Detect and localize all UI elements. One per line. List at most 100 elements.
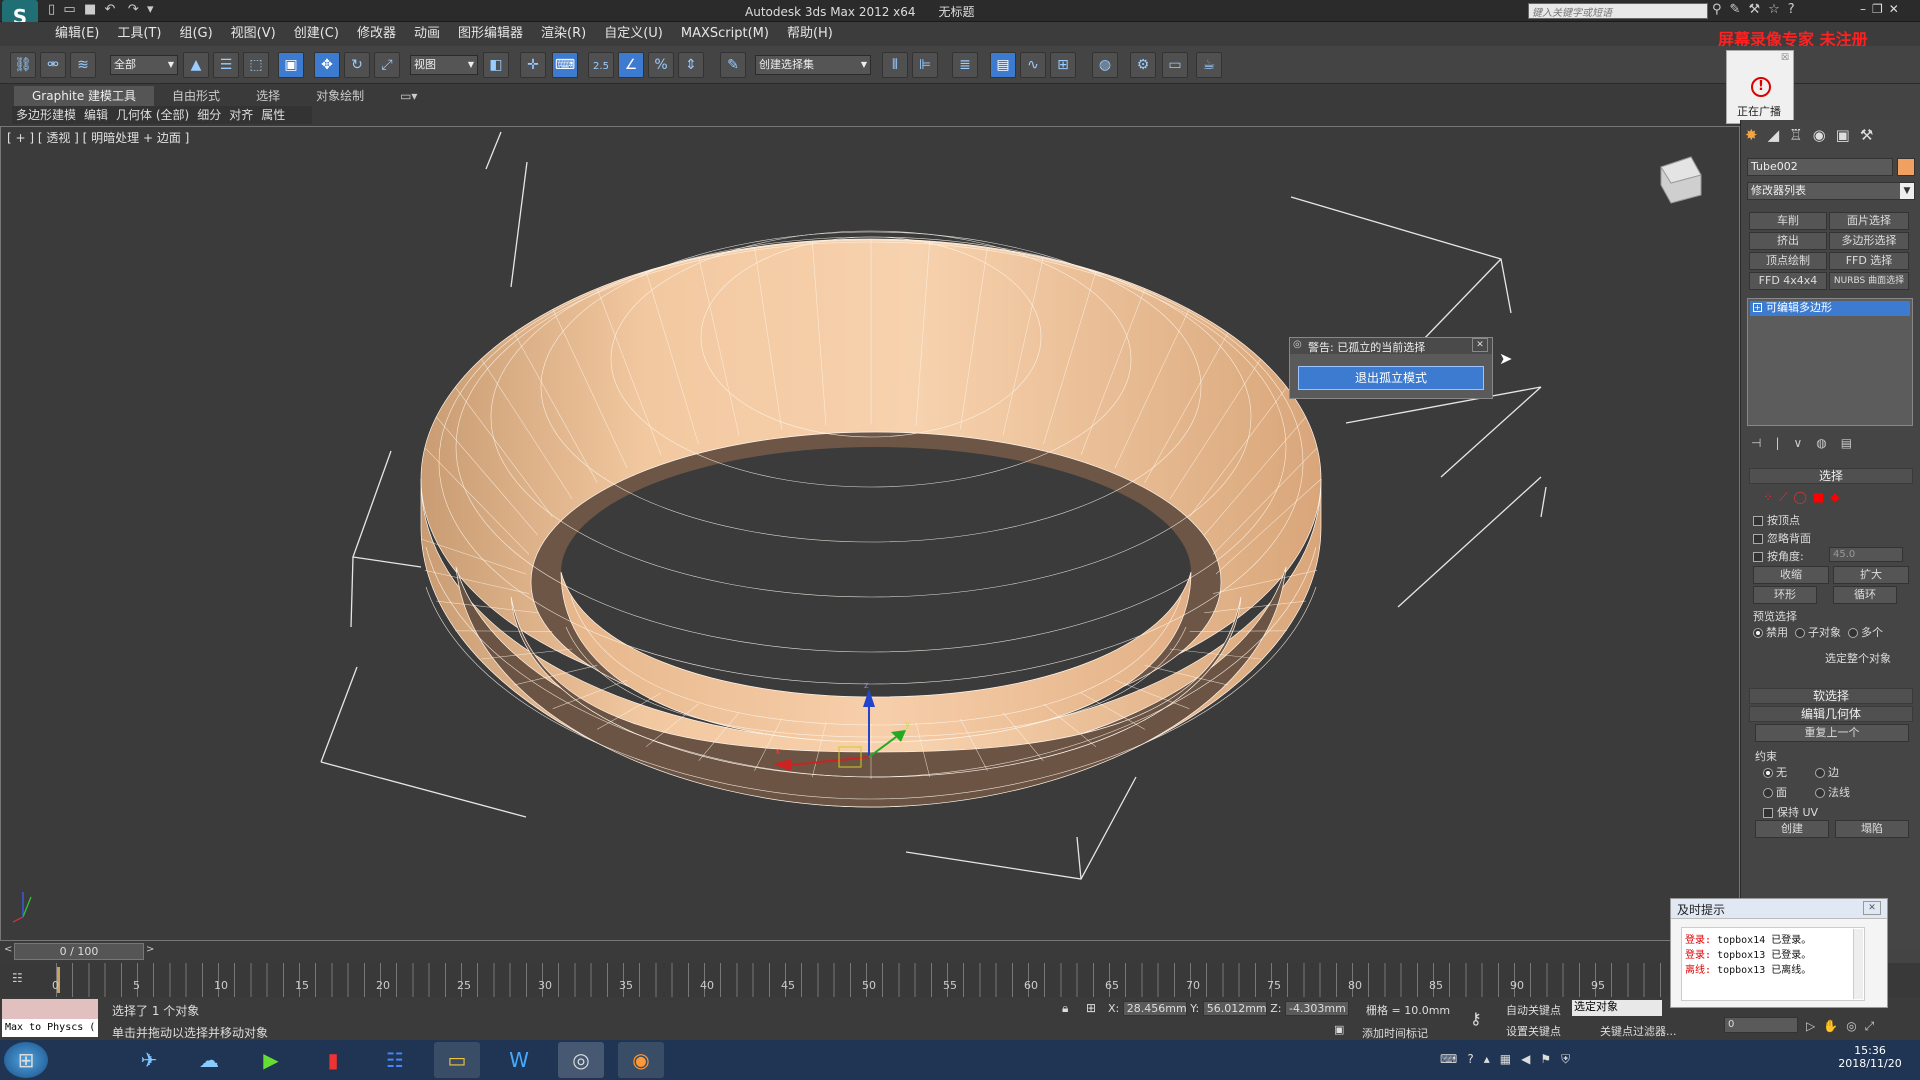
set-key-icon[interactable]: ⚷ (1470, 1009, 1482, 1028)
preview-off-radio[interactable] (1753, 628, 1763, 638)
binoculars-icon[interactable]: ⚲ (1712, 2, 1730, 17)
dialog-close-icon[interactable]: ✕ (1472, 338, 1488, 352)
create-button[interactable]: 创建 (1755, 820, 1829, 838)
subtab-properties[interactable]: 属性 (257, 106, 289, 124)
polygon-mode-icon[interactable]: ■ (1813, 490, 1830, 504)
repeat-last-button[interactable]: 重复上一个 (1755, 724, 1909, 742)
auto-key-button[interactable]: 自动关键点 (1506, 1002, 1561, 1018)
menu-maxscript[interactable]: MAXScript(M) (672, 22, 778, 46)
select-by-name-icon[interactable]: ☰ (213, 52, 239, 78)
rollout-edit-geometry[interactable]: 编辑几何体 (1749, 706, 1913, 722)
render-production-icon[interactable]: ☕ (1196, 52, 1222, 78)
mod-nurbs-select-button[interactable]: NURBS 曲面选择 (1829, 272, 1909, 290)
select-move-icon[interactable]: ✥ (314, 52, 340, 78)
ribbon-options-icon[interactable]: ▭▾ (382, 86, 435, 106)
set-key-button[interactable]: 设置关键点 (1506, 1023, 1561, 1039)
grow-button[interactable]: 扩大 (1833, 566, 1909, 584)
constraint-edge[interactable]: 边 (1815, 764, 1839, 780)
material-editor-icon[interactable]: ◍ (1092, 52, 1118, 78)
absolute-mode-icon[interactable]: ⊞ (1086, 1001, 1096, 1015)
by-angle-checkbox[interactable] (1753, 552, 1763, 562)
menu-graph-editors[interactable]: 图形编辑器 (449, 22, 532, 46)
named-selection-dropdown[interactable]: 创建选择集 (755, 55, 871, 75)
show-end-result-icon[interactable]: | (1775, 436, 1793, 450)
rollout-soft-selection[interactable]: 软选择 (1749, 688, 1913, 704)
mod-patch-select-button[interactable]: 面片选择 (1829, 212, 1909, 230)
subtab-poly-modeling[interactable]: 多边形建模 (12, 106, 80, 124)
mod-ffd-select-button[interactable]: FFD 选择 (1829, 252, 1909, 270)
constraint-none[interactable]: 无 (1763, 764, 1787, 780)
shield-tray-icon[interactable]: ⛨ (1561, 1052, 1580, 1066)
schematic-view-icon[interactable]: ⊞ (1050, 52, 1076, 78)
rollout-selection[interactable]: 选择 (1749, 468, 1913, 484)
select-rotate-icon[interactable]: ↻ (344, 52, 370, 78)
menu-customize[interactable]: 自定义(U) (595, 22, 672, 46)
taskbar-word-icon[interactable]: W (496, 1042, 542, 1078)
menu-help[interactable]: 帮助(H) (778, 22, 842, 46)
new-file-icon[interactable]: ▯ (48, 2, 55, 17)
unlink-icon[interactable]: ⚮ (40, 52, 66, 78)
add-time-tag-icon[interactable]: ▣ (1334, 1023, 1344, 1036)
angle-snap-icon[interactable]: ∠ (618, 52, 644, 78)
pivot-center-icon[interactable]: ◧ (483, 52, 509, 78)
track-bar[interactable]: ☷ 0 5 10 15 20 25 30 35 40 45 50 55 60 65 70 75 80 85 90 95 (0, 963, 1920, 997)
motion-tab-icon[interactable]: ◉ (1813, 126, 1836, 144)
tray-expand-icon[interactable]: ▴ (1484, 1052, 1500, 1066)
save-icon[interactable]: ■ (84, 2, 96, 17)
menu-modifiers[interactable]: 修改器 (348, 22, 405, 46)
select-scale-icon[interactable]: ⤢ (374, 52, 400, 78)
spinner-snap-icon[interactable]: ⇕ (678, 52, 704, 78)
loop-button[interactable]: 循环 (1833, 586, 1897, 604)
constraint-normal[interactable]: 法线 (1815, 784, 1850, 800)
tab-selection[interactable]: 选择 (238, 86, 298, 106)
mod-lathe-button[interactable]: 车削 (1749, 212, 1827, 230)
selection-filter-dropdown[interactable]: 全部 (110, 55, 178, 75)
create-tab-icon[interactable]: ✸ (1745, 126, 1768, 144)
maximize-viewport-icon[interactable]: ⤢ (1865, 1019, 1883, 1033)
key-filters-button[interactable]: 关键点过滤器... (1600, 1023, 1677, 1039)
menu-animation[interactable]: 动画 (405, 22, 449, 46)
by-vertex-checkbox[interactable] (1753, 516, 1763, 526)
minimize-icon[interactable]: – (1860, 2, 1872, 16)
pin-stack-icon[interactable]: ⊣ (1751, 436, 1775, 450)
reference-coord-dropdown[interactable]: 视图 (410, 55, 478, 75)
menu-edit[interactable]: 编辑(E) (46, 22, 108, 46)
selection-lock-icon[interactable]: 🔒︎ (1062, 1001, 1068, 1016)
ring-button[interactable]: 环形 (1753, 586, 1817, 604)
add-time-tag[interactable]: 添加时间标记 (1362, 1025, 1428, 1041)
stack-item-editable-poly[interactable]: + 可编辑多边形 (1750, 301, 1910, 316)
menu-tools[interactable]: 工具(T) (108, 22, 170, 46)
ignore-backface-row[interactable]: 忽略背面 (1753, 530, 1811, 546)
time-slider[interactable]: < 0 / 100 > (0, 941, 1740, 963)
perspective-viewport[interactable]: [ + ] [ 透视 ] [ 明暗处理 + 边面 ] x y z ◎ 警告: 已… (0, 126, 1740, 941)
window-crossing-icon[interactable]: ▣ (278, 52, 304, 78)
remove-modifier-icon[interactable]: ◍ (1816, 436, 1840, 450)
play-icon[interactable]: ▷ (1806, 1019, 1823, 1033)
y-coordinate-field[interactable]: 56.012mm (1202, 1001, 1267, 1016)
maxscript-listener-color[interactable] (2, 999, 98, 1019)
mirror-icon[interactable]: ⫴ (882, 52, 908, 78)
key-mode-dropdown[interactable]: 选定对象 (1572, 1000, 1662, 1016)
mod-vertex-paint-button[interactable]: 顶点绘制 (1749, 252, 1827, 270)
taskbar-feiq-icon[interactable]: ✈ (126, 1042, 172, 1078)
z-coordinate-field[interactable]: -4.303mm (1284, 1001, 1349, 1016)
taskbar-3dsmax-icon[interactable]: ◎ (558, 1042, 604, 1078)
angle-spinner[interactable]: 45.0 (1829, 547, 1903, 562)
by-angle-row[interactable]: 按角度: (1753, 548, 1804, 564)
align-icon[interactable]: ⊫ (912, 52, 938, 78)
start-button-icon[interactable]: ⊞ (4, 1042, 48, 1078)
bind-space-warp-icon[interactable]: ≋ (70, 52, 96, 78)
collapse-button[interactable]: 塌陷 (1835, 820, 1909, 838)
select-object-icon[interactable]: ▲ (183, 52, 209, 78)
open-file-icon[interactable]: ▭ (63, 2, 75, 17)
maximize-icon[interactable]: ❐ (1872, 2, 1889, 16)
menu-views[interactable]: 视图(V) (222, 22, 285, 46)
rendered-frame-icon[interactable]: ▭ (1162, 52, 1188, 78)
snaps-toggle-icon[interactable]: 2.5 (588, 52, 614, 78)
utilities-tab-icon[interactable]: ⚒ (1860, 126, 1883, 144)
notice-scrollbar[interactable] (1853, 929, 1863, 999)
network-tray-icon[interactable]: ▦ (1500, 1052, 1521, 1066)
configure-sets-icon[interactable]: ▤ (1841, 436, 1866, 450)
clock[interactable]: 15:36 2018/11/20 (1830, 1044, 1910, 1070)
render-setup-icon[interactable]: ⚙ (1130, 52, 1156, 78)
